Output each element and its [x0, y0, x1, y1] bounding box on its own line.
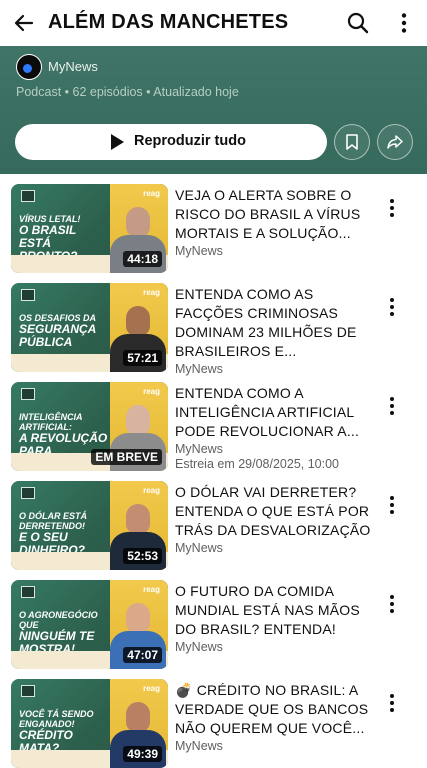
- search-icon[interactable]: [344, 9, 372, 37]
- more-vertical-icon[interactable]: [390, 9, 418, 37]
- playlist-meta: Podcast • 62 episódios • Atualizado hoje: [16, 85, 239, 99]
- premiere-date: Estreia em 29/08/2025, 10:00: [175, 457, 340, 471]
- back-arrow-icon[interactable]: [10, 9, 38, 37]
- list-item[interactable]: reag VOCÊ TÁ SENDO ENGANADO! CRÉDITO MATA…: [0, 669, 427, 768]
- video-info[interactable]: O DÓLAR VAI DERRETER? ENTENDA O QUE ESTÁ…: [175, 483, 372, 555]
- video-info[interactable]: ENTENDA COMO A INTELIGÊNCIA ARTIFICIAL P…: [175, 384, 372, 471]
- video-thumbnail[interactable]: reag VÍRUS LETAL!O BRASIL ESTÁ PRONTO? 4…: [11, 184, 168, 273]
- channel-name[interactable]: MyNews: [48, 59, 98, 74]
- video-info[interactable]: O FUTURO DA COMIDA MUNDIAL ESTÁ NAS MÃOS…: [175, 582, 372, 654]
- rec-badge: reag: [143, 684, 160, 693]
- playlist-header: MyNews Podcast • 62 episódios • Atualiza…: [0, 46, 427, 174]
- video-thumbnail[interactable]: reag O AGRONEGÓCIO QUE NINGUÉM TE MOSTRA!…: [11, 580, 168, 669]
- rec-badge: reag: [143, 585, 160, 594]
- video-title[interactable]: O DÓLAR VAI DERRETER? ENTENDA O QUE ESTÁ…: [175, 483, 372, 540]
- video-channel: MyNews: [175, 442, 223, 456]
- video-title[interactable]: ENTENDA COMO A INTELIGÊNCIA ARTIFICIAL P…: [175, 384, 372, 441]
- video-channel: MyNews: [175, 739, 223, 753]
- list-item[interactable]: reag INTELIGÊNCIA ARTIFICIAL: A REVOLUÇÃO…: [0, 372, 427, 471]
- video-duration: 52:53: [123, 548, 162, 564]
- video-duration: 47:07: [123, 647, 162, 663]
- save-playlist-button[interactable]: [334, 124, 370, 160]
- logo-dot: [23, 64, 32, 73]
- video-more-icon[interactable]: [380, 295, 404, 319]
- video-channel: MyNews: [175, 640, 223, 654]
- channel-avatar[interactable]: [16, 54, 42, 80]
- share-playlist-button[interactable]: [377, 124, 413, 160]
- thumbnail-headline: O DÓLAR ESTÁ DERRETENDO! E O SEU DINHEIRO…: [19, 511, 88, 557]
- video-thumbnail[interactable]: reag O DÓLAR ESTÁ DERRETENDO! E O SEU DIN…: [11, 481, 168, 570]
- thumbnail-headline: VOCÊ TÁ SENDO ENGANADO! CRÉDITO MATA?: [19, 709, 94, 755]
- video-more-icon[interactable]: [380, 394, 404, 418]
- show-logo: [21, 487, 35, 499]
- video-thumbnail[interactable]: reag VOCÊ TÁ SENDO ENGANADO! CRÉDITO MATA…: [11, 679, 168, 768]
- video-duration: 44:18: [123, 251, 162, 267]
- premiere-badge: EM BREVE: [91, 449, 162, 465]
- share-icon: [387, 135, 403, 149]
- show-logo: [21, 289, 35, 301]
- rec-badge: reag: [143, 486, 160, 495]
- list-item[interactable]: reag O AGRONEGÓCIO QUE NINGUÉM TE MOSTRA!…: [0, 570, 427, 669]
- thumbnail-headline: O AGRONEGÓCIO QUE NINGUÉM TE MOSTRA!: [19, 610, 98, 656]
- video-duration: 57:21: [123, 350, 162, 366]
- video-title[interactable]: O FUTURO DA COMIDA MUNDIAL ESTÁ NAS MÃOS…: [175, 582, 372, 639]
- video-more-icon[interactable]: [380, 691, 404, 715]
- video-thumbnail[interactable]: reag OS DESAFIOS DA SEGURANÇA PÚBLICA 57:…: [11, 283, 168, 372]
- show-logo: [21, 388, 35, 400]
- play-all-button[interactable]: Reproduzir tudo: [15, 124, 327, 160]
- rec-badge: reag: [143, 288, 160, 297]
- video-more-icon[interactable]: [380, 196, 404, 220]
- play-all-label: Reproduzir tudo: [134, 133, 246, 149]
- top-app-bar: ALÉM DAS MANCHETES: [0, 0, 427, 46]
- video-channel: MyNews: [175, 541, 223, 555]
- show-logo: [21, 685, 35, 697]
- video-more-icon[interactable]: [380, 493, 404, 517]
- video-info[interactable]: 💣 CRÉDITO NO BRASIL: A VERDADE QUE OS BA…: [175, 681, 372, 753]
- thumbnail-headline: OS DESAFIOS DA SEGURANÇA PÚBLICA: [19, 313, 97, 349]
- video-info[interactable]: ENTENDA COMO AS FACÇÕES CRIMINOSAS DOMIN…: [175, 285, 372, 376]
- page-title: ALÉM DAS MANCHETES: [48, 11, 289, 33]
- show-logo: [21, 586, 35, 598]
- video-more-icon[interactable]: [380, 592, 404, 616]
- rec-badge: reag: [143, 387, 160, 396]
- video-title[interactable]: 💣 CRÉDITO NO BRASIL: A VERDADE QUE OS BA…: [175, 681, 372, 738]
- list-item[interactable]: reag O DÓLAR ESTÁ DERRETENDO! E O SEU DIN…: [0, 471, 427, 570]
- list-item[interactable]: reag VÍRUS LETAL!O BRASIL ESTÁ PRONTO? 4…: [0, 174, 427, 273]
- rec-badge: reag: [143, 189, 160, 198]
- video-channel: MyNews: [175, 244, 223, 258]
- video-duration: 49:39: [123, 746, 162, 762]
- video-title[interactable]: VEJA O ALERTA SOBRE O RISCO DO BRASIL A …: [175, 186, 372, 243]
- video-info[interactable]: VEJA O ALERTA SOBRE O RISCO DO BRASIL A …: [175, 186, 372, 258]
- play-icon: [111, 134, 124, 150]
- video-title[interactable]: ENTENDA COMO AS FACÇÕES CRIMINOSAS DOMIN…: [175, 285, 372, 361]
- bookmark-icon: [346, 134, 358, 150]
- list-item[interactable]: reag OS DESAFIOS DA SEGURANÇA PÚBLICA 57:…: [0, 273, 427, 376]
- show-logo: [21, 190, 35, 202]
- video-thumbnail[interactable]: reag INTELIGÊNCIA ARTIFICIAL: A REVOLUÇÃO…: [11, 382, 168, 471]
